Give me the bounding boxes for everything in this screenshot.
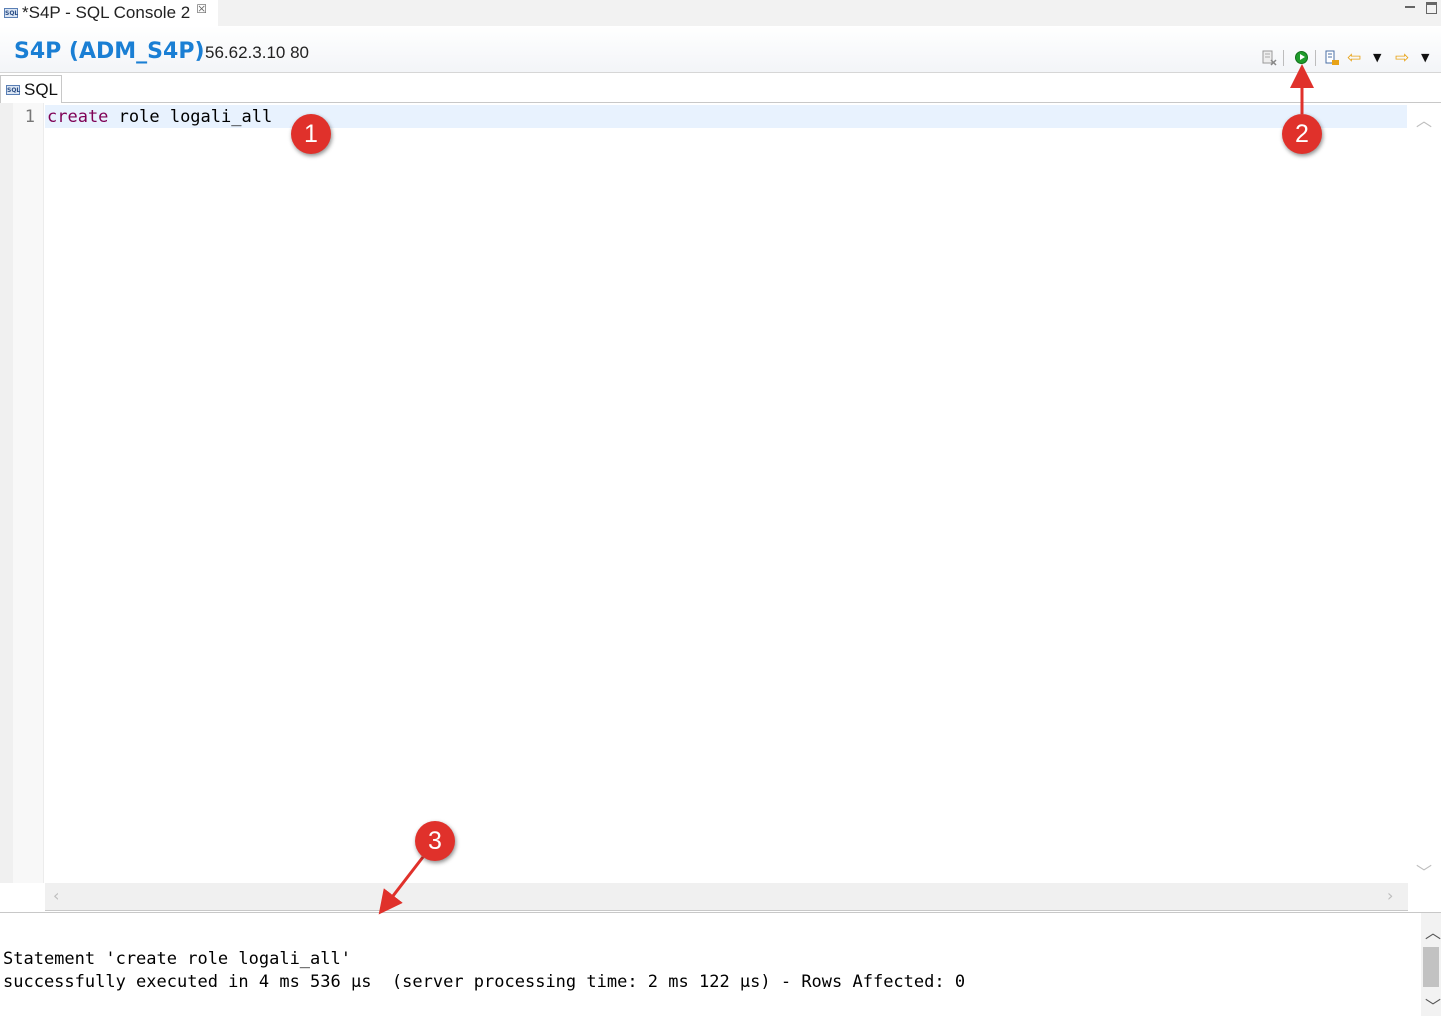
sql-keyword: create (47, 107, 109, 127)
chevron-up-icon[interactable]: ︿ (1416, 107, 1432, 131)
annotation-ruler (0, 103, 13, 883)
back-dropdown-icon[interactable]: ▼ (1373, 48, 1381, 68)
connection-header: S4P (ADM_S4P) 56.62.3.10 80 ⇦ ▼ ⇨ ▼ (0, 26, 1441, 73)
sql-tab-bar: SQL SQL (0, 73, 1441, 103)
sql-code-line[interactable]: create role logali_all (47, 106, 272, 128)
chevron-up-icon[interactable]: ︿ (1425, 919, 1441, 943)
editor-tab-title: *S4P - SQL Console 2 (22, 3, 191, 22)
editor-tab-sql-console[interactable]: SQL *S4P - SQL Console 2 ☒ (0, 0, 218, 26)
chevron-left-icon[interactable]: ‹ (53, 886, 59, 905)
back-icon[interactable]: ⇦ (1347, 48, 1361, 68)
maximize-icon[interactable] (1426, 2, 1437, 14)
connection-name: S4P (ADM_S4P) (14, 39, 205, 64)
toolbar-separator (1283, 50, 1284, 66)
line-number: 1 (24, 107, 35, 127)
result-statement-line: Statement 'create role logali_all' (3, 949, 351, 969)
forward-dropdown-icon[interactable]: ▼ (1421, 48, 1429, 68)
annotation-badge-2: 2 (1282, 114, 1322, 154)
close-icon[interactable]: ☒ (196, 2, 207, 16)
editor-vertical-scrollbar[interactable]: ︿ ﹀ (1408, 103, 1434, 883)
sql-code-text: role logali_all (108, 107, 273, 127)
chevron-down-icon[interactable]: ﹀ (1416, 859, 1432, 883)
chevron-right-icon[interactable]: › (1387, 886, 1393, 905)
explain-plan-icon[interactable] (1324, 48, 1340, 68)
sql-toolbar: ⇦ ▼ ⇨ ▼ (1258, 48, 1438, 70)
annotation-badge-1: 1 (291, 114, 331, 154)
annotation-badge-3: 3 (415, 821, 455, 861)
chevron-down-icon[interactable]: ﹀ (1425, 993, 1441, 1017)
result-status-line: successfully executed in 4 ms 536 µs (se… (3, 972, 966, 992)
sql-editor[interactable]: 1 create role logali_all ︿ ﹀ (0, 103, 1441, 883)
minimize-icon[interactable] (1405, 0, 1415, 8)
scrollbar-thumb[interactable] (1423, 947, 1439, 987)
editor-tab-strip: SQL *S4P - SQL Console 2 ☒ (0, 0, 1441, 26)
connection-host: 56.62.3.10 80 (205, 43, 309, 62)
sql-icon: SQL (6, 84, 21, 95)
disconnect-icon[interactable] (1261, 48, 1277, 68)
sql-icon: SQL (4, 8, 19, 18)
result-vertical-scrollbar[interactable]: ︿ ﹀ (1421, 913, 1441, 1016)
execute-icon[interactable] (1295, 51, 1308, 64)
result-message-pane: Statement 'create role logali_all' succe… (0, 912, 1441, 1016)
tab-sql[interactable]: SQL SQL (0, 75, 62, 103)
toolbar-separator (1315, 50, 1316, 66)
line-number-gutter: 1 (0, 103, 44, 883)
editor-horizontal-scrollbar[interactable]: ‹ › (45, 883, 1408, 911)
result-message: Statement 'create role logali_all' succe… (3, 948, 965, 994)
forward-icon[interactable]: ⇨ (1395, 48, 1409, 68)
tab-sql-label: SQL (24, 79, 59, 99)
